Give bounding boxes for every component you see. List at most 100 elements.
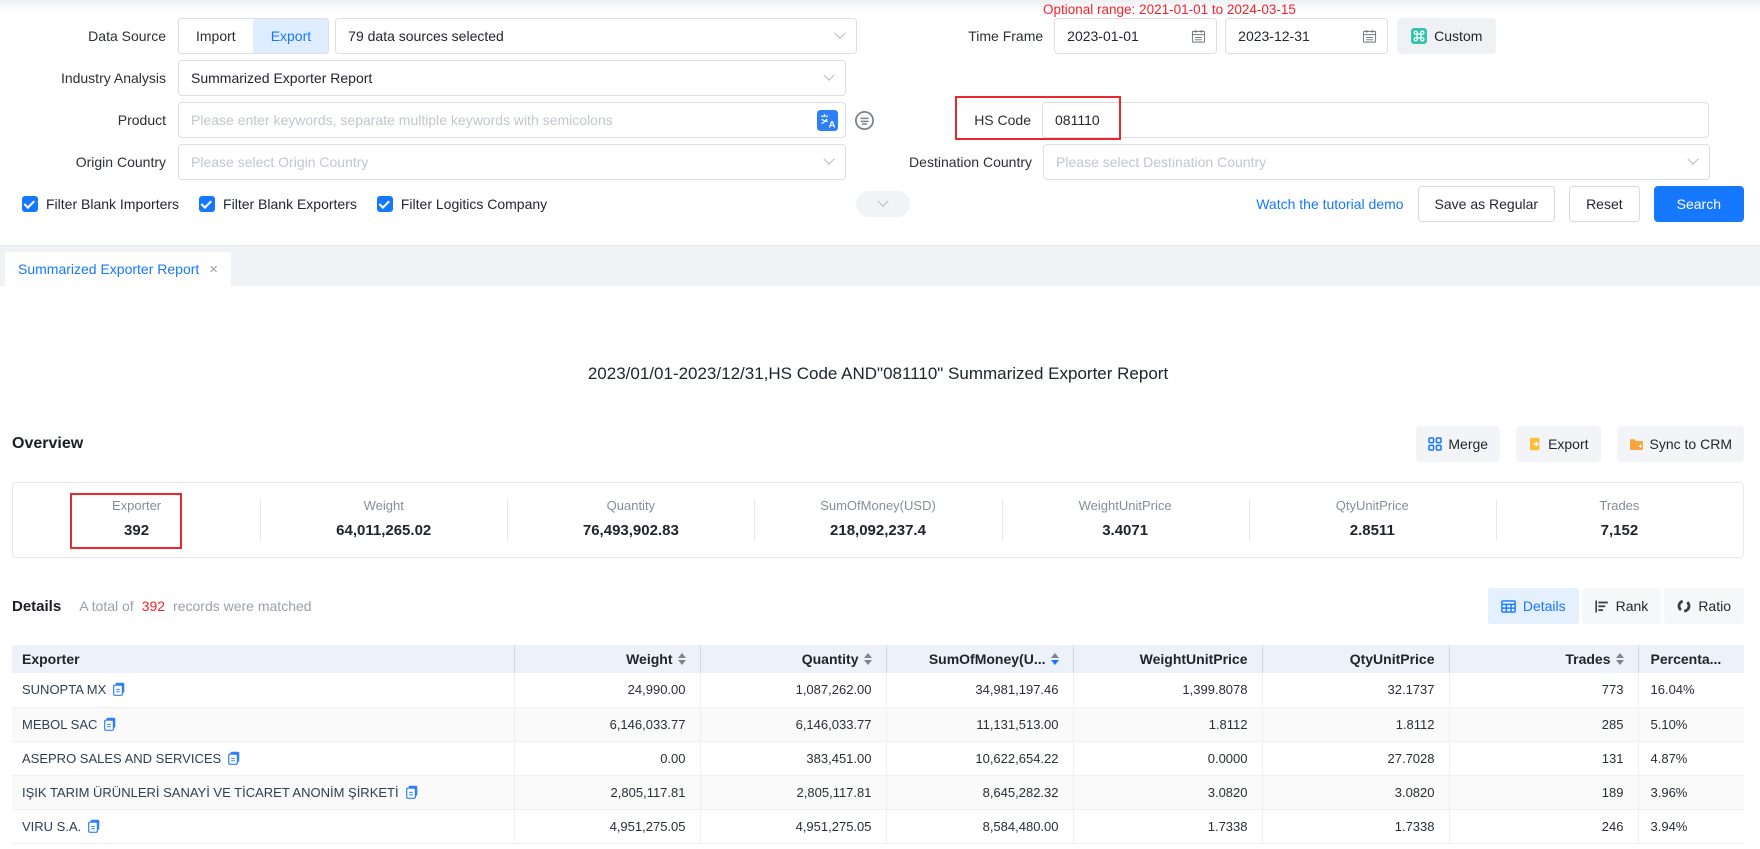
merge-button[interactable]: Merge (1416, 426, 1500, 462)
custom-icon (1411, 28, 1427, 44)
sum-of-money-cell: 10,622,654.22 (886, 741, 1073, 775)
stat-exporter: Exporter 392 (13, 483, 260, 557)
view-switcher: Details Rank Ratio (1488, 588, 1744, 624)
circle-lines-icon[interactable] (854, 110, 875, 131)
origin-country-dropdown[interactable]: Please select Origin Country (178, 144, 846, 180)
export-toggle[interactable]: Export (253, 19, 328, 53)
column-header-exporter: Exporter (12, 645, 514, 673)
table-header-row: Exporter Weight Quantity SumOfMoney(U...… (12, 645, 1744, 673)
weight-cell: 24,990.00 (514, 673, 700, 707)
translate-icon[interactable]: A (817, 110, 838, 131)
column-header-trades[interactable]: Trades (1449, 645, 1638, 673)
weight-cell: 4,951,275.05 (514, 809, 700, 843)
filter-blank-exporters-checkbox[interactable]: Filter Blank Exporters (199, 196, 357, 212)
view-rank-button[interactable]: Rank (1582, 588, 1662, 624)
time-frame-label: Time Frame (857, 28, 1043, 44)
collapse-filters-toggle[interactable] (856, 191, 910, 217)
view-ratio-button[interactable]: Ratio (1664, 588, 1744, 624)
exporter-link[interactable]: ASEPRO SALES AND SERVICES (22, 751, 221, 766)
destination-country-placeholder: Please select Destination Country (1056, 154, 1266, 170)
svg-text:A: A (829, 120, 836, 131)
contact-icon[interactable] (228, 751, 240, 765)
import-export-segment: Import Export (178, 18, 329, 54)
sync-to-crm-button[interactable]: Sync to CRM (1617, 426, 1744, 462)
stat-label: Weight (260, 498, 507, 513)
quantity-cell: 4,951,275.05 (700, 809, 886, 843)
exporter-cell: VIRU S.A. (12, 809, 514, 843)
tab-summarized-exporter-report[interactable]: Summarized Exporter Report × (5, 252, 231, 286)
column-header-sum-of-money[interactable]: SumOfMoney(U... (886, 645, 1073, 673)
end-date-value: 2023-12-31 (1238, 28, 1310, 44)
calendar-icon (1191, 29, 1206, 44)
search-button[interactable]: Search (1654, 186, 1744, 222)
stat-sum-of-money: SumOfMoney(USD) 218,092,237.4 (754, 483, 1001, 557)
weight-unit-price-cell: 3.0820 (1073, 775, 1262, 809)
stat-weight: Weight 64,011,265.02 (260, 483, 507, 557)
quantity-cell: 1,087,262.00 (700, 673, 886, 707)
column-header-weight[interactable]: Weight (514, 645, 700, 673)
percentage-cell: 3.96% (1638, 775, 1744, 809)
reset-button[interactable]: Reset (1569, 186, 1640, 222)
industry-analysis-dropdown[interactable]: Summarized Exporter Report (178, 60, 846, 96)
rank-bars-icon (1595, 600, 1609, 613)
column-header-quantity[interactable]: Quantity (700, 645, 886, 673)
weight-unit-price-cell: 0.0000 (1073, 741, 1262, 775)
percentage-cell: 3.94% (1638, 809, 1744, 843)
exporter-link[interactable]: SUNOPTA MX (22, 682, 106, 697)
filter-logitics-company-checkbox[interactable]: Filter Logitics Company (377, 196, 547, 212)
sort-desc-icon (1051, 653, 1059, 665)
start-date-input[interactable]: 2023-01-01 (1054, 18, 1217, 54)
tutorial-demo-link[interactable]: Watch the tutorial demo (1256, 196, 1403, 212)
weight-unit-price-cell: 1.7338 (1073, 809, 1262, 843)
industry-analysis-label: Industry Analysis (0, 70, 166, 86)
qty-unit-price-cell: 32.1737 (1262, 673, 1449, 707)
data-sources-dropdown[interactable]: 79 data sources selected (335, 18, 857, 54)
destination-country-label: Destination Country (846, 154, 1032, 170)
exporter-link[interactable]: MEBOL SAC (22, 717, 97, 732)
hs-code-input-wrap (1042, 102, 1709, 138)
contact-icon[interactable] (113, 682, 125, 696)
stat-value: 7,152 (1496, 522, 1743, 539)
view-details-label: Details (1523, 598, 1566, 614)
filter-row-data-source: Data Source Import Export 79 data source… (0, 18, 1760, 54)
contact-icon[interactable] (104, 717, 116, 731)
tab-bar: Summarized Exporter Report × (0, 245, 1760, 286)
destination-country-dropdown[interactable]: Please select Destination Country (1043, 144, 1710, 180)
details-table: Exporter Weight Quantity SumOfMoney(U...… (12, 645, 1744, 844)
contact-icon[interactable] (406, 785, 418, 799)
data-sources-value: 79 data sources selected (348, 28, 504, 44)
end-date-input[interactable]: 2023-12-31 (1225, 18, 1388, 54)
start-date-value: 2023-01-01 (1067, 28, 1139, 44)
qty-unit-price-cell: 3.0820 (1262, 775, 1449, 809)
sum-of-money-cell: 8,645,282.32 (886, 775, 1073, 809)
custom-range-button[interactable]: Custom (1397, 18, 1496, 54)
overview-header-row: Overview Merge Export Sync to CRM (12, 426, 1744, 462)
trades-cell: 285 (1449, 707, 1638, 741)
industry-analysis-value: Summarized Exporter Report (191, 70, 372, 86)
checkbox-checked-icon (377, 196, 393, 212)
trades-cell: 773 (1449, 673, 1638, 707)
sum-of-money-cell: 34,981,197.46 (886, 673, 1073, 707)
stat-trades: Trades 7,152 (1496, 483, 1743, 557)
import-toggle[interactable]: Import (179, 19, 253, 53)
filter-blank-importers-checkbox[interactable]: Filter Blank Importers (22, 196, 179, 212)
filter-row-countries: Origin Country Please select Origin Coun… (0, 144, 1760, 180)
export-button[interactable]: Export (1516, 426, 1600, 462)
exporter-link[interactable]: IŞIK TARIM ÜRÜNLERİ SANAYİ VE TİCARET AN… (22, 785, 399, 800)
product-input[interactable] (179, 103, 811, 137)
close-icon[interactable]: × (209, 261, 218, 278)
merge-icon (1428, 437, 1442, 451)
weight-unit-price-cell: 1.8112 (1073, 707, 1262, 741)
view-details-button[interactable]: Details (1488, 588, 1579, 624)
hs-code-input[interactable] (1043, 103, 1708, 137)
table-row: MEBOL SAC 6,146,033.77 6,146,033.77 11,1… (12, 707, 1744, 741)
weight-cell: 2,805,117.81 (514, 775, 700, 809)
exporter-cell: MEBOL SAC (12, 707, 514, 741)
checkbox-label: Filter Blank Exporters (223, 196, 357, 212)
contact-icon[interactable] (88, 819, 100, 833)
percentage-cell: 5.10% (1638, 707, 1744, 741)
product-input-wrap: A (178, 102, 846, 138)
details-header-row: Details A total of 392 records were matc… (12, 588, 1744, 624)
exporter-link[interactable]: VIRU S.A. (22, 819, 81, 834)
save-as-regular-button[interactable]: Save as Regular (1418, 186, 1556, 222)
